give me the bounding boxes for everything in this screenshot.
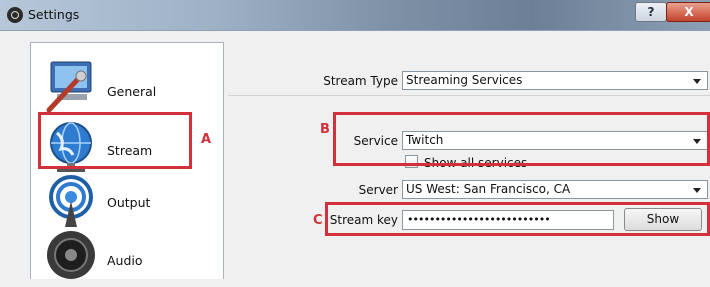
server-value: US West: San Francisco, CA: [406, 182, 571, 196]
sidebar-item-audio[interactable]: Audio: [43, 227, 221, 287]
chevron-down-icon: [693, 79, 701, 84]
section-divider: [228, 95, 710, 96]
audio-speaker-icon: [43, 227, 99, 283]
annotation-letter-c: C: [313, 213, 323, 228]
chevron-down-icon: [693, 188, 701, 193]
server-label: Server: [358, 183, 398, 197]
stream-type-label: Stream Type: [323, 74, 398, 88]
sidebar-item-label: Audio: [107, 253, 143, 268]
sidebar-item-general[interactable]: General: [43, 58, 221, 118]
sidebar-item-output[interactable]: Output: [43, 173, 221, 233]
annotation-letter-a: A: [201, 132, 212, 147]
close-button[interactable]: X: [666, 2, 710, 22]
help-button[interactable]: ?: [635, 2, 667, 22]
stream-type-select[interactable]: Streaming Services: [402, 71, 708, 90]
output-broadcast-icon: [43, 173, 99, 229]
sidebar-item-label: Output: [107, 195, 151, 210]
obs-app-icon: [7, 7, 23, 23]
window-title: Settings: [28, 7, 80, 22]
stream-type-value: Streaming Services: [406, 73, 523, 87]
annotation-box-b: [333, 112, 710, 166]
sidebar-item-label: General: [107, 84, 157, 99]
annotation-box-a: [38, 112, 192, 169]
annotation-letter-b: B: [320, 122, 330, 137]
annotation-box-c: [325, 202, 710, 236]
general-icon: [43, 58, 99, 114]
server-select[interactable]: US West: San Francisco, CA: [402, 180, 708, 199]
title-bar: Settings ? X: [0, 0, 710, 31]
